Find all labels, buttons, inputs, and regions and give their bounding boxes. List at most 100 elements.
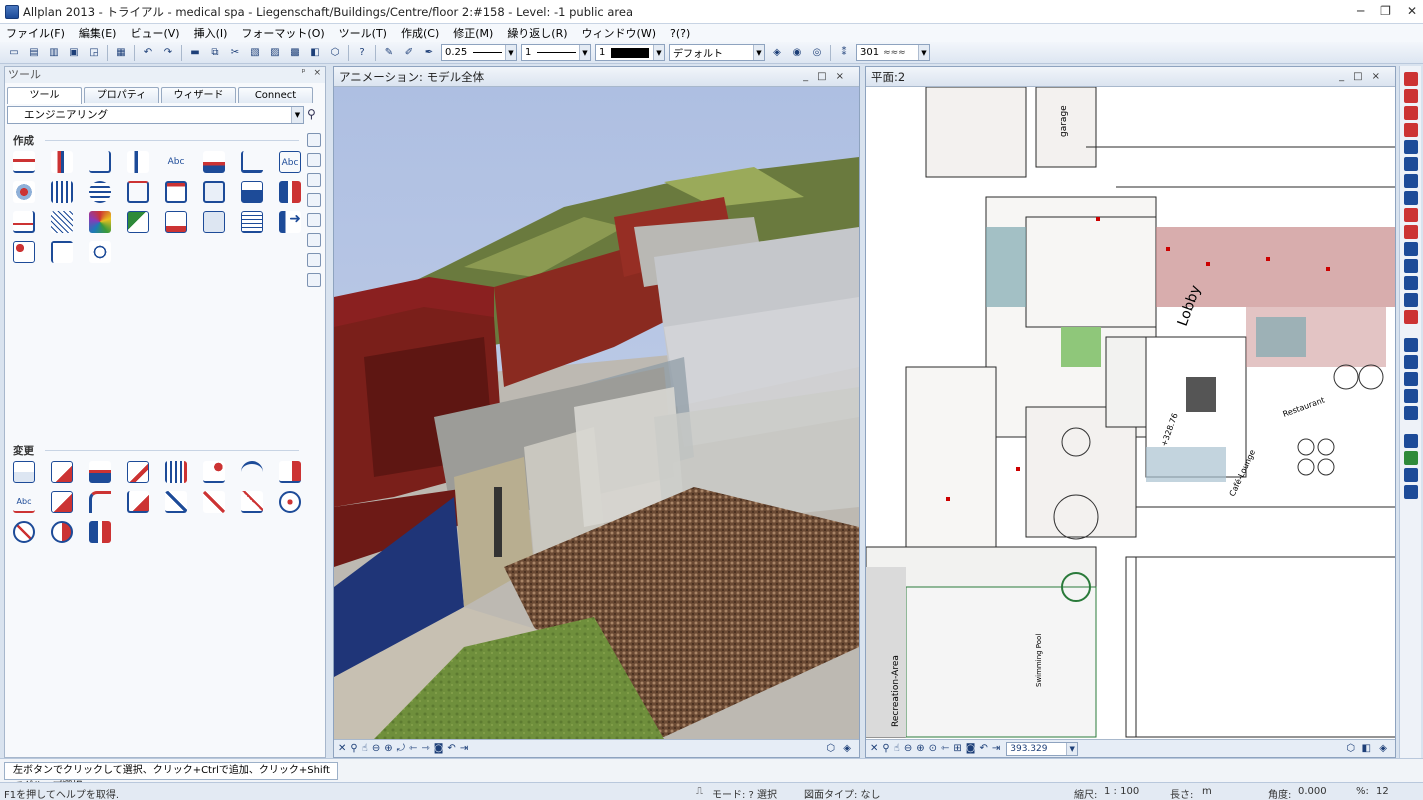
help-icon[interactable]: ? [354, 45, 370, 61]
eye-tool-icon[interactable] [89, 241, 111, 263]
pattern-select[interactable]: 301 ≈≈≈ ▼ [856, 44, 930, 61]
hatching-tool-icon[interactable] [51, 211, 73, 233]
filter-icon[interactable] [1403, 372, 1418, 386]
offset-tool-icon[interactable] [241, 491, 263, 513]
section-tool-icon[interactable] [127, 181, 149, 203]
modify-parameters-icon[interactable] [13, 461, 35, 483]
trim-icon[interactable] [1403, 242, 1418, 256]
tab-wizard[interactable]: ウィザード [161, 87, 236, 103]
maximize-button[interactable]: ❐ [1380, 4, 1391, 18]
layer-settings-icon[interactable]: ◈ [769, 45, 785, 61]
info-tool-icon[interactable] [279, 491, 301, 513]
report-tool-icon[interactable] [165, 211, 187, 233]
copy-icon[interactable] [1403, 191, 1418, 205]
pen-icon[interactable]: ✎ [381, 45, 397, 61]
navigation-mode-icon[interactable]: ⇥ [460, 743, 468, 754]
camera-icon[interactable]: ◙ [434, 743, 444, 754]
palette-expand-icon[interactable] [307, 133, 321, 147]
funnel-icon[interactable] [1403, 485, 1418, 499]
label-tool-icon[interactable]: Abc [279, 151, 301, 173]
palette-slot-2-icon[interactable] [307, 173, 321, 187]
menu-window[interactable]: ウィンドウ(W) [582, 25, 656, 41]
eyedropper-icon[interactable]: ✒ [421, 45, 437, 61]
modify-component-icon[interactable] [127, 461, 149, 483]
filter-down-icon[interactable] [1403, 389, 1418, 403]
zoom-in-icon[interactable]: ⊕ [916, 743, 924, 754]
split-tool-icon[interactable] [89, 521, 111, 543]
3d-object-icon[interactable] [13, 181, 35, 203]
menu-edit[interactable]: 編集(E) [79, 25, 117, 41]
select-icon[interactable] [1403, 434, 1418, 448]
regenerate-icon[interactable]: ⊞ [953, 743, 961, 754]
pen-thickness-select[interactable]: 0.25 ▼ [441, 44, 517, 61]
zoom-all-icon[interactable]: ✕ [870, 743, 878, 754]
view-icon[interactable]: ◧ [307, 45, 323, 61]
layer-visibility-icon[interactable]: ◉ [789, 45, 805, 61]
view-type-icon[interactable]: ◧ [1362, 743, 1371, 754]
polyline-icon[interactable] [1403, 123, 1418, 137]
standard-views-icon[interactable]: ⬡ [826, 743, 835, 754]
offset-icon[interactable] [1403, 140, 1418, 154]
measure-icon[interactable] [1403, 338, 1418, 352]
zoom-out-icon[interactable]: ⊖ [904, 743, 912, 754]
symbol-tool-icon[interactable] [13, 241, 35, 263]
navigation-mode-icon[interactable]: ⇥ [992, 743, 1000, 754]
status-percent-value[interactable]: 12 [1376, 786, 1389, 797]
detail-tool-icon[interactable] [241, 181, 263, 203]
extend-icon[interactable] [1403, 259, 1418, 273]
undo-icon[interactable]: ↶ [140, 45, 156, 61]
clear-info-icon[interactable] [13, 521, 35, 543]
new-icon[interactable]: ▭ [6, 45, 22, 61]
previous-view-icon[interactable]: ⇽ [941, 743, 949, 754]
next-view-icon[interactable]: ⇾ [421, 743, 429, 754]
layer-select[interactable]: デフォルト ▼ [669, 44, 765, 61]
zoom-all-icon[interactable]: ✕ [338, 743, 346, 754]
info-down-icon[interactable] [51, 521, 73, 543]
close-button[interactable]: ✕ [1407, 4, 1417, 18]
tab-tools[interactable]: ツール [7, 87, 82, 104]
delete-tool-icon[interactable] [203, 491, 225, 513]
standard-views-icon[interactable]: ⬡ [1346, 743, 1355, 754]
move-icon[interactable] [1403, 174, 1418, 188]
view-settings-icon[interactable]: ◈ [1379, 743, 1387, 754]
export-tool-icon[interactable]: ➜ [279, 211, 301, 233]
tab-connect[interactable]: Connect [238, 87, 313, 103]
palette-slot-3-icon[interactable] [307, 193, 321, 207]
palette-slot-5-icon[interactable] [307, 233, 321, 247]
wall-tool-icon[interactable] [13, 151, 35, 173]
measure-icon[interactable]: ▬ [187, 45, 203, 61]
palette-slot-7-icon[interactable] [307, 273, 321, 287]
category-select[interactable]: エンジニアリング ▼ [7, 106, 304, 124]
spring-tool-icon[interactable] [89, 181, 111, 203]
undo-view-icon[interactable]: ↶ [447, 743, 455, 754]
redo-icon[interactable]: ↷ [160, 45, 176, 61]
redraw-icon[interactable]: ⊙ [929, 743, 937, 754]
pan-icon[interactable]: ☝ [894, 743, 900, 754]
modify-opening-icon[interactable] [51, 461, 73, 483]
modify-dimension-icon[interactable] [51, 491, 73, 513]
format-painter-icon[interactable]: ✐ [401, 45, 417, 61]
fill-tool-icon[interactable] [89, 211, 111, 233]
pattern-icon[interactable]: ⁑ [836, 45, 852, 61]
reinforcement-tool-icon[interactable] [13, 211, 35, 233]
3d-model-viewport[interactable] [334, 87, 859, 739]
view-window-controls[interactable]: _□× [803, 67, 853, 87]
menu-create[interactable]: 作成(C) [401, 25, 439, 41]
menu-file[interactable]: ファイル(F) [6, 25, 65, 41]
modify-stair-icon[interactable] [89, 461, 111, 483]
active-selection-icon[interactable] [1403, 451, 1418, 465]
view-window-controls[interactable]: _□× [1339, 67, 1389, 87]
slab-tool-icon[interactable] [89, 151, 111, 173]
save-icon[interactable]: ▣ [66, 45, 82, 61]
zoom-out-icon[interactable]: ⊖ [372, 743, 380, 754]
list-tool-icon[interactable] [279, 181, 301, 203]
tab-properties[interactable]: プロパティ [84, 87, 159, 103]
zoom-in-icon[interactable]: ⊕ [384, 743, 392, 754]
menu-view[interactable]: ビュー(V) [130, 25, 179, 41]
text-abc-icon[interactable]: Abc [165, 151, 187, 173]
modify-text-icon[interactable]: Abc [13, 491, 35, 513]
previous-view-icon[interactable]: ⇽ [409, 743, 417, 754]
layer-lock-icon[interactable]: ◎ [809, 45, 825, 61]
layers-icon[interactable]: ▩ [287, 45, 303, 61]
search-icon[interactable]: ⚲ [307, 107, 321, 123]
